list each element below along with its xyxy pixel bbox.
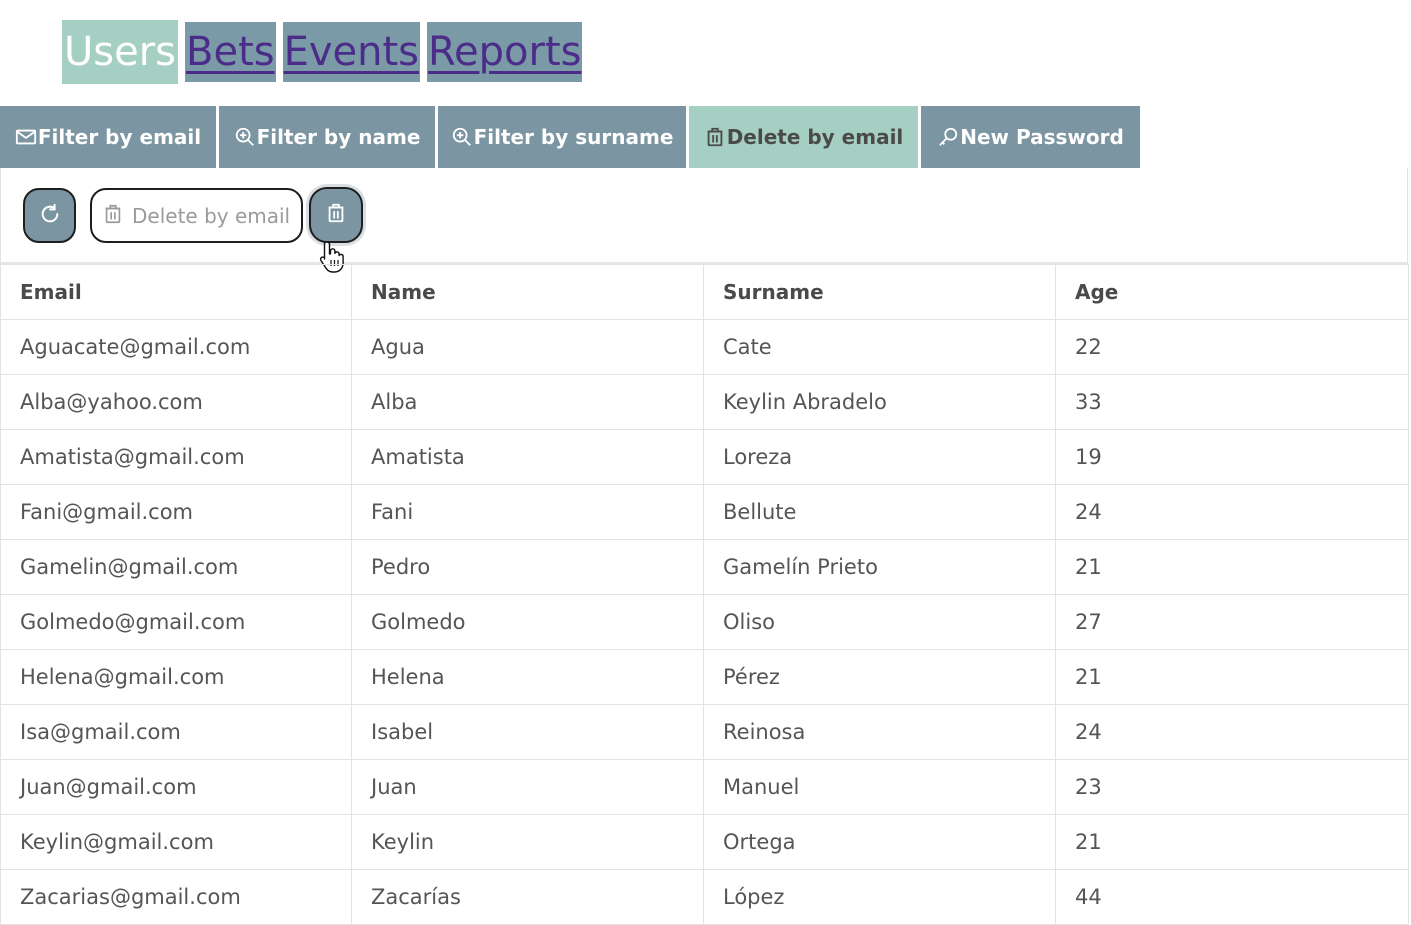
tab-filter-by-name[interactable]: Filter by name [219, 106, 435, 168]
tab-label: New Password [960, 125, 1124, 149]
users-table: Email Name Surname Age Aguacate@gmail.co… [0, 264, 1409, 925]
cell-name: Zacarías [351, 869, 704, 925]
cell-surname: López [703, 869, 1056, 925]
column-header-age[interactable]: Age [1055, 264, 1409, 320]
cell-age: 33 [1055, 374, 1409, 430]
cell-email: Alba@yahoo.com [0, 374, 352, 430]
column-header-surname[interactable]: Surname [703, 264, 1056, 320]
tab-delete-by-email[interactable]: Delete by email [689, 106, 918, 168]
cell-email: Keylin@gmail.com [0, 814, 352, 870]
cell-name: Amatista [351, 429, 704, 485]
table-row[interactable]: Alba@yahoo.com Alba Keylin Abradelo 33 [0, 374, 1409, 430]
cell-surname: Ortega [703, 814, 1056, 870]
cell-name: Golmedo [351, 594, 704, 650]
cell-surname: Manuel [703, 759, 1056, 815]
table-row[interactable]: Fani@gmail.com Fani Bellute 24 [0, 484, 1409, 540]
cell-email: Golmedo@gmail.com [0, 594, 352, 650]
cell-email: Amatista@gmail.com [0, 429, 352, 485]
table-row[interactable]: Golmedo@gmail.com Golmedo Oliso 27 [0, 594, 1409, 650]
cell-age: 22 [1055, 319, 1409, 375]
cell-name: Agua [351, 319, 704, 375]
action-tab-bar: Filter by email Filter by name Filter by… [0, 106, 1143, 168]
tab-filter-by-email[interactable]: Filter by email [0, 106, 216, 168]
cell-surname: Cate [703, 319, 1056, 375]
cell-email: Zacarias@gmail.com [0, 869, 352, 925]
cell-email: Juan@gmail.com [0, 759, 352, 815]
delete-by-email-field[interactable] [90, 188, 303, 243]
table-row[interactable]: Keylin@gmail.com Keylin Ortega 21 [0, 814, 1409, 870]
tab-label: Filter by name [256, 125, 421, 149]
cell-age: 21 [1055, 539, 1409, 595]
nav-item-reports[interactable]: Reports [427, 22, 583, 82]
trash-icon [102, 203, 124, 229]
nav-item-users[interactable]: Users [62, 20, 179, 84]
cell-age: 21 [1055, 649, 1409, 705]
cell-age: 27 [1055, 594, 1409, 650]
tab-label: Filter by surname [473, 125, 674, 149]
column-header-name[interactable]: Name [351, 264, 704, 320]
table-body: Aguacate@gmail.com Agua Cate 22 Alba@yahoo.c… [0, 319, 1409, 925]
top-nav: Users Bets Events Reports [62, 20, 589, 84]
cell-surname: Keylin Abradelo [703, 374, 1056, 430]
table-header-row: Email Name Surname Age [0, 264, 1409, 320]
table-row[interactable]: Aguacate@gmail.com Agua Cate 22 [0, 319, 1409, 375]
cell-surname: Reinosa [703, 704, 1056, 760]
nav-item-bets[interactable]: Bets [185, 22, 276, 82]
cell-email: Fani@gmail.com [0, 484, 352, 540]
tab-filter-by-surname[interactable]: Filter by surname [438, 106, 686, 168]
table-row[interactable]: Zacarias@gmail.com Zacarías López 44 [0, 869, 1409, 925]
cell-surname: Gamelín Prieto [703, 539, 1056, 595]
cell-email: Aguacate@gmail.com [0, 319, 352, 375]
delete-button[interactable] [309, 187, 363, 243]
cell-age: 21 [1055, 814, 1409, 870]
envelope-icon [15, 126, 37, 148]
tab-label: Filter by email [37, 125, 202, 149]
column-header-email[interactable]: Email [0, 264, 352, 320]
cell-email: Helena@gmail.com [0, 649, 352, 705]
cell-name: Helena [351, 649, 704, 705]
table-row[interactable]: Helena@gmail.com Helena Pérez 21 [0, 649, 1409, 705]
cell-age: 19 [1055, 429, 1409, 485]
table-row[interactable]: Isa@gmail.com Isabel Reinosa 24 [0, 704, 1409, 760]
zoom-in-icon [234, 126, 256, 148]
trash-icon [325, 202, 347, 228]
tab-new-password[interactable]: New Password [921, 106, 1140, 168]
cell-surname: Pérez [703, 649, 1056, 705]
nav-item-events[interactable]: Events [282, 22, 421, 82]
cell-email: Gamelin@gmail.com [0, 539, 352, 595]
tab-label: Delete by email [726, 125, 904, 149]
cell-surname: Loreza [703, 429, 1056, 485]
cell-age: 23 [1055, 759, 1409, 815]
cell-email: Isa@gmail.com [0, 704, 352, 760]
delete-by-email-input[interactable] [132, 203, 302, 228]
cell-surname: Oliso [703, 594, 1056, 650]
cell-age: 24 [1055, 484, 1409, 540]
table-row[interactable]: Gamelin@gmail.com Pedro Gamelín Prieto 21 [0, 539, 1409, 595]
cell-name: Keylin [351, 814, 704, 870]
trash-icon [704, 126, 726, 148]
zoom-in-icon [451, 126, 473, 148]
cell-name: Isabel [351, 704, 704, 760]
cell-age: 24 [1055, 704, 1409, 760]
cell-name: Fani [351, 484, 704, 540]
cell-age: 44 [1055, 869, 1409, 925]
cell-name: Juan [351, 759, 704, 815]
cell-name: Pedro [351, 539, 704, 595]
cell-name: Alba [351, 374, 704, 430]
table-row[interactable]: Juan@gmail.com Juan Manuel 23 [0, 759, 1409, 815]
refresh-icon [39, 203, 61, 229]
key-icon [937, 126, 959, 148]
cell-surname: Bellute [703, 484, 1056, 540]
delete-panel [0, 168, 1408, 264]
refresh-button[interactable] [23, 188, 76, 243]
table-row[interactable]: Amatista@gmail.com Amatista Loreza 19 [0, 429, 1409, 485]
